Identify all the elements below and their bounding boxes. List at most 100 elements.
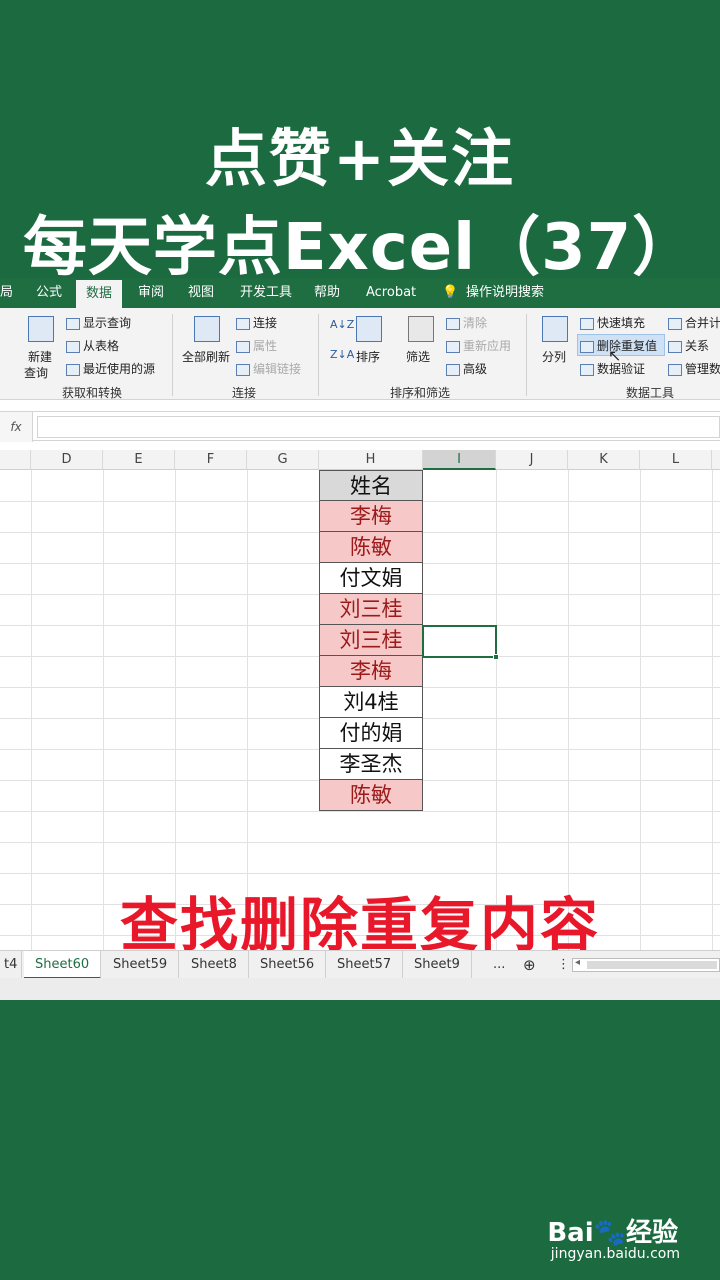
tab-acrobat[interactable]: Acrobat bbox=[366, 278, 416, 308]
tab-data[interactable]: 数据 bbox=[76, 280, 123, 308]
table-row[interactable]: 刘4桂 bbox=[319, 687, 423, 718]
new-query-button-line2[interactable]: 查询 bbox=[24, 364, 48, 381]
table-row[interactable]: 李圣杰 bbox=[319, 749, 423, 780]
group-label-sort-filter: 排序和筛选 bbox=[390, 386, 451, 400]
reapply-icon bbox=[446, 340, 460, 353]
ribbon-tab-bar: 局 公式 数据 审阅 视图 开发工具 帮助 Acrobat 💡 操作说明搜索 bbox=[0, 278, 720, 308]
ribbon-separator bbox=[318, 314, 319, 396]
text-to-columns-icon bbox=[542, 316, 568, 342]
properties-icon bbox=[236, 340, 250, 353]
table-row[interactable]: 刘三桂 bbox=[319, 594, 423, 625]
refresh-icon bbox=[194, 316, 220, 342]
relationships-button[interactable]: 关系 bbox=[668, 337, 709, 354]
sheet-tab-sheet56[interactable]: Sheet56 bbox=[249, 951, 327, 979]
horizontal-scrollbar[interactable]: ◂ bbox=[572, 957, 720, 972]
add-sheet-icon[interactable]: ⊕ bbox=[512, 951, 547, 979]
properties-button[interactable]: 属性 bbox=[236, 337, 277, 354]
consolidate-icon bbox=[668, 317, 682, 330]
formula-input[interactable] bbox=[37, 416, 720, 438]
column-header-k[interactable]: K bbox=[568, 450, 640, 470]
document-icon bbox=[66, 363, 80, 376]
advanced-button[interactable]: 高级 bbox=[446, 360, 487, 377]
filter-icon bbox=[408, 316, 434, 342]
tab-layout[interactable]: 局 bbox=[0, 278, 13, 308]
column-header-l[interactable]: L bbox=[640, 450, 712, 470]
table-row[interactable]: 李梅 bbox=[319, 656, 423, 687]
text-to-columns-button[interactable]: 分列 bbox=[542, 348, 566, 365]
headline-line1: 点赞+关注 bbox=[205, 122, 515, 195]
refresh-all-button[interactable]: 全部刷新 bbox=[182, 348, 230, 365]
column-header-e[interactable]: E bbox=[103, 450, 175, 470]
sheet-tab-sheet57[interactable]: Sheet57 bbox=[326, 951, 404, 979]
excel-window: 局 公式 数据 审阅 视图 开发工具 帮助 Acrobat 💡 操作说明搜索 新… bbox=[0, 278, 720, 1000]
edit-links-button[interactable]: 编辑链接 bbox=[236, 360, 301, 377]
gridline bbox=[0, 873, 720, 874]
ribbon: 新建 查询 显示查询 从表格 最近使用的源 获取和转换 全部刷新 连接 属性 编… bbox=[0, 308, 720, 400]
sheet-tab-sheet60[interactable]: Sheet60 bbox=[24, 951, 102, 979]
ribbon-separator bbox=[526, 314, 527, 396]
ribbon-separator bbox=[172, 314, 173, 396]
connections-button[interactable]: 连接 bbox=[236, 314, 277, 331]
tab-formulas[interactable]: 公式 bbox=[36, 278, 62, 308]
sheet-tab-partial[interactable]: t4 bbox=[0, 951, 23, 979]
flash-fill-button[interactable]: 快速填充 bbox=[580, 314, 645, 331]
column-header-h[interactable]: H bbox=[319, 450, 423, 470]
column-header-j[interactable]: J bbox=[496, 450, 568, 470]
status-bar bbox=[0, 978, 720, 1000]
tell-me-search[interactable]: 操作说明搜索 bbox=[466, 278, 544, 308]
table-row[interactable]: 付的娟 bbox=[319, 718, 423, 749]
table-row[interactable]: 付文娟 bbox=[319, 563, 423, 594]
baidu-jingyan-logo: Bai🐾经验 bbox=[547, 1218, 678, 1248]
table-icon bbox=[66, 317, 80, 330]
consolidate-button[interactable]: 合并计 bbox=[668, 314, 720, 331]
gridline bbox=[0, 842, 720, 843]
sort-button[interactable]: 排序 bbox=[356, 348, 380, 365]
clear-filter-icon bbox=[446, 317, 460, 330]
tab-developer[interactable]: 开发工具 bbox=[240, 278, 292, 308]
column-header-d[interactable]: D bbox=[31, 450, 103, 470]
tab-view[interactable]: 视图 bbox=[188, 278, 214, 308]
data-validation-button[interactable]: 数据验证 bbox=[580, 360, 645, 377]
reapply-button[interactable]: 重新应用 bbox=[446, 337, 511, 354]
advanced-filter-icon bbox=[446, 363, 460, 376]
clear-button[interactable]: 清除 bbox=[446, 314, 487, 331]
show-query-button[interactable]: 显示查询 bbox=[66, 314, 131, 331]
sheet-tab-sheet8[interactable]: Sheet8 bbox=[180, 951, 249, 979]
manage-data-model-button[interactable]: 管理数 bbox=[668, 360, 720, 377]
relationships-icon bbox=[668, 340, 682, 353]
scroll-left-icon[interactable]: ◂ bbox=[575, 957, 580, 968]
watermark-url: jingyan.baidu.com bbox=[550, 1246, 680, 1262]
sheet-tab-sheet9[interactable]: Sheet9 bbox=[403, 951, 472, 979]
recent-sources-button[interactable]: 最近使用的源 bbox=[66, 360, 155, 377]
headline-line2: 每天学点Excel（37） bbox=[22, 211, 698, 285]
column-header-i[interactable]: I bbox=[423, 450, 496, 470]
new-query-icon bbox=[28, 316, 54, 342]
fx-icon[interactable]: fx bbox=[0, 412, 33, 442]
formula-bar: fx bbox=[0, 411, 720, 442]
new-query-button[interactable]: 新建 bbox=[28, 348, 52, 365]
from-table-button[interactable]: 从表格 bbox=[66, 337, 119, 354]
table-row[interactable]: 李梅 bbox=[319, 501, 423, 532]
data-model-icon bbox=[668, 363, 682, 376]
column-header-g[interactable]: G bbox=[247, 450, 319, 470]
sheet-tab-bar: t4 Sheet60 Sheet59 Sheet8 Sheet56 Sheet5… bbox=[0, 950, 720, 979]
active-cell-selection[interactable] bbox=[422, 625, 499, 660]
sheet-tab-sheet59[interactable]: Sheet59 bbox=[102, 951, 180, 979]
scrollbar-thumb[interactable] bbox=[587, 961, 717, 969]
tab-review[interactable]: 审阅 bbox=[138, 278, 164, 308]
column-header-c[interactable] bbox=[0, 450, 31, 470]
table-header-name[interactable]: 姓名 bbox=[319, 470, 423, 501]
column-headers: D E F G H I J K L bbox=[0, 450, 720, 470]
connections-icon bbox=[236, 317, 250, 330]
fill-handle[interactable] bbox=[493, 654, 499, 660]
grid-icon bbox=[66, 340, 80, 353]
table-row[interactable]: 刘三桂 bbox=[319, 625, 423, 656]
column-header-f[interactable]: F bbox=[175, 450, 247, 470]
sort-za-button[interactable]: Z↓A bbox=[330, 348, 354, 361]
sort-az-button[interactable]: A↓Z bbox=[330, 318, 354, 331]
table-row[interactable]: 陈敏 bbox=[319, 780, 423, 811]
remove-duplicates-icon bbox=[580, 340, 594, 353]
filter-button[interactable]: 筛选 bbox=[406, 348, 430, 365]
tab-help[interactable]: 帮助 bbox=[314, 278, 340, 308]
table-row[interactable]: 陈敏 bbox=[319, 532, 423, 563]
